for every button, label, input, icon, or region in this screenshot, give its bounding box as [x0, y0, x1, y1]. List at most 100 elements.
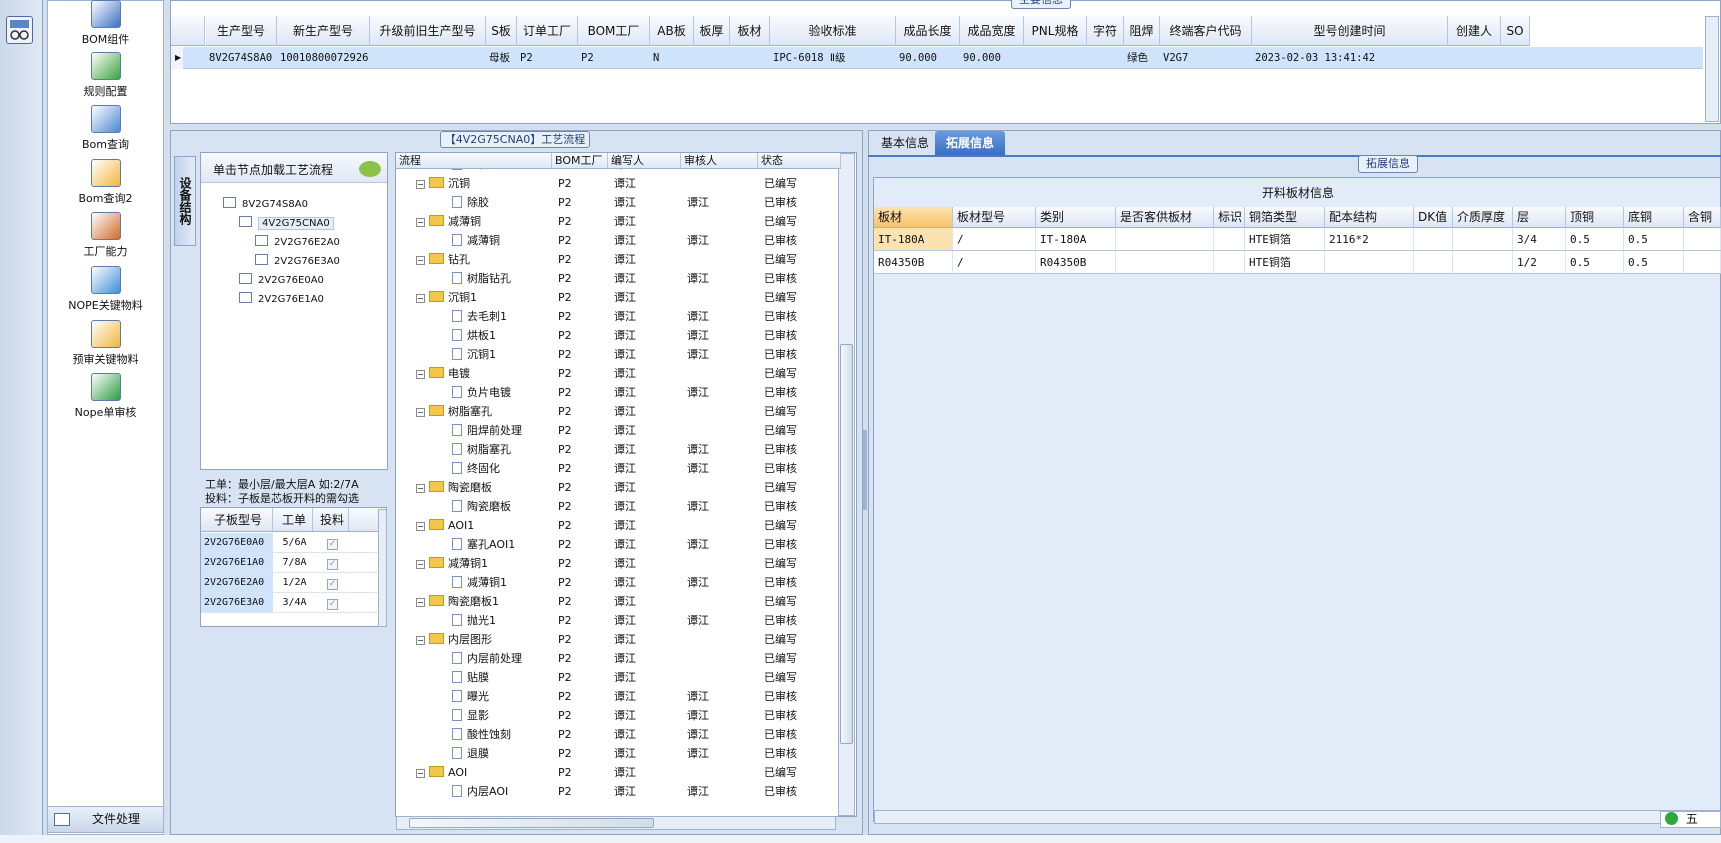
column-header[interactable]: 板厚: [694, 16, 730, 46]
list-item[interactable]: 塞孔AOI1 P2 谭江 谭江 已审核: [396, 535, 841, 554]
process-hscroll-thumb[interactable]: [409, 818, 654, 828]
table-cell[interactable]: 90.000: [960, 47, 1024, 68]
table-row[interactable]: 2V2G76E1A0 7/8A ✓: [201, 553, 386, 573]
sub-grid-vscroll[interactable]: [378, 509, 387, 627]
feed-checkbox[interactable]: ✓: [313, 593, 349, 612]
nav-item-1[interactable]: 规则配置: [47, 52, 164, 99]
collapse-icon[interactable]: −: [416, 560, 425, 569]
list-item[interactable]: − 钻孔 P2 谭江 已编写: [396, 250, 841, 269]
table-cell[interactable]: IT-180A: [1036, 228, 1116, 250]
collapse-icon[interactable]: −: [416, 370, 425, 379]
table-cell[interactable]: [370, 47, 486, 68]
list-item[interactable]: 显影 P2 谭江 谭江 已审核: [396, 706, 841, 725]
list-item[interactable]: − 减薄铜1 P2 谭江 已编写: [396, 554, 841, 573]
file-process-button[interactable]: 文件处理: [47, 806, 164, 833]
column-header[interactable]: 标识: [1214, 207, 1245, 228]
table-row[interactable]: R04350B / R04350B HTE铜箔 1/2 0.5 0.5: [874, 251, 1721, 274]
list-item[interactable]: − 电镀 P2 谭江 已编写: [396, 364, 841, 383]
tree-node[interactable]: 2V2G76E1A0: [239, 292, 324, 308]
table-cell[interactable]: 5/6A: [273, 533, 313, 552]
table-cell[interactable]: 2023-02-03 13:41:42: [1252, 47, 1448, 68]
column-header[interactable]: 阻焊: [1124, 16, 1160, 46]
table-cell[interactable]: R04350B: [1036, 251, 1116, 273]
table-cell[interactable]: P2: [578, 47, 650, 68]
column-header[interactable]: 板材: [874, 207, 953, 228]
list-item[interactable]: 树脂钻孔 P2 谭江 谭江 已审核: [396, 269, 841, 288]
list-item[interactable]: − AOI P2 谭江 已编写: [396, 763, 841, 782]
list-item[interactable]: − 陶瓷磨板 P2 谭江 已编写: [396, 478, 841, 497]
table-cell[interactable]: 母板: [486, 47, 517, 68]
process-vscroll-thumb[interactable]: [840, 344, 853, 744]
table-cell[interactable]: 7/8A: [273, 553, 313, 572]
collapse-icon[interactable]: −: [416, 218, 425, 227]
table-cell[interactable]: N: [650, 47, 694, 68]
column-header[interactable]: 生产型号: [206, 16, 277, 46]
table-cell[interactable]: [1453, 228, 1513, 250]
column-header[interactable]: 子板型号: [201, 508, 273, 531]
table-cell[interactable]: [1116, 251, 1214, 273]
collapse-icon[interactable]: −: [416, 769, 425, 778]
list-item[interactable]: − 内层图形 P2 谭江 已编写: [396, 630, 841, 649]
table-cell[interactable]: 2V2G76E1A0: [201, 553, 273, 572]
list-item[interactable]: − 陶瓷磨板1 P2 谭江 已编写: [396, 592, 841, 611]
list-item[interactable]: 负片电镀 P2 谭江 谭江 已审核: [396, 383, 841, 402]
column-header[interactable]: 成品长度: [896, 16, 960, 46]
list-item[interactable]: 贴膜 P2 谭江 已编写: [396, 668, 841, 687]
collapse-icon[interactable]: −: [416, 294, 425, 303]
column-header[interactable]: 顶铜: [1566, 207, 1624, 228]
ime-indicator[interactable]: 五: [1660, 811, 1721, 828]
list-item[interactable]: 内层AOI P2 谭江 谭江 已审核: [396, 782, 841, 801]
column-header[interactable]: 验收标准: [770, 16, 896, 46]
column-header[interactable]: BOM工厂: [578, 16, 650, 46]
table-cell[interactable]: P2: [517, 47, 578, 68]
table-cell[interactable]: 0.5: [1566, 251, 1624, 273]
column-header[interactable]: 板材: [730, 16, 770, 46]
module-icon[interactable]: [6, 16, 33, 44]
node-checkbox[interactable]: [255, 254, 268, 265]
column-header[interactable]: 编写人: [608, 153, 681, 168]
collapse-icon[interactable]: −: [416, 180, 425, 189]
list-item[interactable]: 去毛刺1 P2 谭江 谭江 已审核: [396, 307, 841, 326]
list-item[interactable]: 烘板1 P2 谭江 谭江 已审核: [396, 326, 841, 345]
list-item[interactable]: − 沉铜 P2 谭江 已编写: [396, 174, 841, 193]
list-item[interactable]: 树脂塞孔 P2 谭江 谭江 已审核: [396, 440, 841, 459]
column-header[interactable]: 审核人: [681, 153, 758, 168]
column-header[interactable]: AB板: [650, 16, 694, 46]
process-vscroll[interactable]: [838, 153, 855, 816]
nav-item-3[interactable]: Bom查询2: [47, 159, 164, 206]
table-cell[interactable]: [1453, 251, 1513, 273]
nav-item-5[interactable]: NOPE关键物料: [47, 266, 164, 313]
column-header[interactable]: 状态: [758, 153, 841, 168]
table-row[interactable]: 8V2G74S8A0 10010800072926 母板 P2 P2 N IPC-6018 …: [183, 47, 1703, 69]
collapse-icon[interactable]: −: [416, 484, 425, 493]
table-cell[interactable]: HTE铜箔: [1245, 251, 1325, 273]
table-cell[interactable]: [1684, 251, 1721, 273]
column-header[interactable]: 新生产型号: [277, 16, 370, 46]
column-header[interactable]: 流程: [396, 153, 552, 168]
table-cell[interactable]: [1116, 228, 1214, 250]
table-cell[interactable]: V2G7: [1160, 47, 1252, 68]
node-checkbox[interactable]: [255, 235, 268, 246]
main-grid-vscroll[interactable]: [1705, 16, 1719, 122]
nav-item-2[interactable]: Bom查询: [47, 105, 164, 152]
table-cell[interactable]: 0.5: [1624, 251, 1684, 273]
tab-basic-info[interactable]: 基本信息: [868, 131, 942, 155]
table-row[interactable]: 2V2G76E2A0 1/2A ✓: [201, 573, 386, 593]
list-item[interactable]: 内层前处理 P2 谭江 已编写: [396, 649, 841, 668]
table-cell[interactable]: [1684, 228, 1721, 250]
feed-checkbox[interactable]: ✓: [313, 553, 349, 572]
column-header[interactable]: DK值: [1414, 207, 1453, 228]
nav-item-4[interactable]: 工厂能力: [47, 212, 164, 259]
tree-node[interactable]: 2V2G76E2A0: [255, 235, 340, 251]
nav-item-7[interactable]: Nope单审核: [47, 373, 164, 420]
table-cell[interactable]: 2V2G76E3A0: [201, 593, 273, 612]
list-item[interactable]: 退膜 P2 谭江 谭江 已审核: [396, 744, 841, 763]
tree-node[interactable]: 4V2G75CNA0: [239, 216, 334, 232]
column-header[interactable]: 含铜: [1684, 207, 1721, 228]
feed-checkbox[interactable]: ✓: [313, 573, 349, 592]
table-cell[interactable]: 8V2G74S8A0: [206, 47, 277, 68]
table-cell[interactable]: 1/2: [1513, 251, 1566, 273]
tree-node[interactable]: 8V2G74S8A0: [223, 197, 308, 213]
table-cell[interactable]: [1214, 228, 1245, 250]
column-header[interactable]: 是否客供板材: [1116, 207, 1214, 228]
